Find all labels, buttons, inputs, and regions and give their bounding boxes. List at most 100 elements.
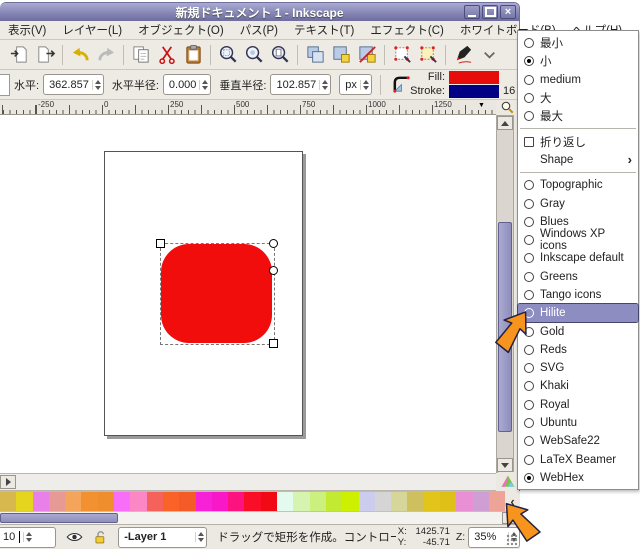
stepper-icon[interactable] xyxy=(199,79,209,90)
palette-swatch[interactable] xyxy=(16,492,33,512)
zoom-drawing-button[interactable] xyxy=(241,42,267,68)
edit-clone-button[interactable] xyxy=(389,42,415,68)
palette-swatch[interactable] xyxy=(440,492,457,512)
resize-handle-bottom-right[interactable] xyxy=(269,339,278,348)
minimize-button[interactable] xyxy=(464,5,480,19)
palette-swatch[interactable] xyxy=(423,492,441,512)
stepper-icon[interactable] xyxy=(91,79,101,90)
unit-dropdown[interactable]: px xyxy=(339,74,372,95)
palette-swatch[interactable] xyxy=(309,492,326,512)
undo-button[interactable] xyxy=(67,42,93,68)
palette-scrollbar[interactable] xyxy=(0,511,520,524)
palette-menu-item[interactable]: 小 › xyxy=(518,52,638,70)
palette-swatch[interactable] xyxy=(162,492,180,512)
import-button[interactable] xyxy=(6,42,32,68)
palette-swatch[interactable] xyxy=(81,492,98,512)
value-spinbox[interactable]: 102.857 xyxy=(270,74,332,95)
palette-menu-item[interactable]: WebHex › xyxy=(518,469,638,487)
layer-lock-toggle[interactable] xyxy=(93,530,108,545)
palette-scrollbar-thumb[interactable] xyxy=(0,513,118,523)
palette-menu-item[interactable]: Ubuntu › xyxy=(518,414,638,432)
palette-swatch[interactable] xyxy=(391,492,408,512)
palette-swatch[interactable] xyxy=(228,492,245,512)
palette-swatch[interactable] xyxy=(65,492,82,512)
palette-swatch[interactable] xyxy=(293,492,310,512)
value-spinbox[interactable]: 0.000 xyxy=(162,74,212,95)
paste-button[interactable] xyxy=(180,42,206,68)
palette-menu-item[interactable]: Royal › xyxy=(518,396,638,414)
palette-swatch[interactable] xyxy=(195,492,212,512)
palette-menu-item[interactable]: › xyxy=(518,125,638,132)
menubar-item[interactable]: レイヤー(L) xyxy=(54,22,130,38)
stepper-icon[interactable] xyxy=(359,79,369,90)
scroll-right-button[interactable] xyxy=(0,475,16,489)
resize-handle-top-left[interactable] xyxy=(156,239,165,248)
cut-button[interactable] xyxy=(154,42,180,68)
scroll-down-button[interactable] xyxy=(497,458,513,472)
palette-menu-item[interactable]: medium › xyxy=(518,71,638,89)
palette-swatch[interactable] xyxy=(260,492,278,512)
palette-swatch[interactable] xyxy=(48,492,66,512)
palette-swatch[interactable] xyxy=(0,492,17,512)
palette-swatch[interactable] xyxy=(179,492,196,512)
menubar-item[interactable]: テキスト(T) xyxy=(286,22,362,38)
palette-menu-item[interactable]: Shape › xyxy=(518,151,638,169)
horizontal-ruler[interactable]: -250 0 250 500 750 1000 1250 xyxy=(0,100,496,115)
find-original-button[interactable] xyxy=(415,42,441,68)
palette-swatch[interactable] xyxy=(146,492,163,512)
layer-visibility-toggle[interactable] xyxy=(66,531,83,543)
menubar-item[interactable]: 表示(V) xyxy=(0,22,54,38)
palette-swatch[interactable] xyxy=(97,492,115,512)
stepper-icon[interactable] xyxy=(23,532,33,542)
palette-menu-item[interactable]: Topographic › xyxy=(518,176,638,194)
pen-button[interactable] xyxy=(450,42,476,68)
palette-swatch[interactable] xyxy=(277,492,294,512)
palette-swatch[interactable] xyxy=(358,492,375,512)
palette-menu-item[interactable]: Greens › xyxy=(518,268,638,286)
palette-menu-item[interactable]: Inkscape default › xyxy=(518,249,638,267)
clipped-spinner[interactable] xyxy=(0,73,10,96)
palette-config-button[interactable] xyxy=(498,472,518,491)
palette-menu-item[interactable]: Windows XP icons › xyxy=(518,228,638,252)
palette-menu-item[interactable]: SVG › xyxy=(518,359,638,377)
scroll-up-button[interactable] xyxy=(497,116,513,130)
opacity-spinbox[interactable]: 10 xyxy=(0,526,57,548)
palette-swatch[interactable] xyxy=(342,492,359,512)
palette-menu-item[interactable]: WebSafe22 › xyxy=(518,432,638,450)
palette-menu-item[interactable]: Reds › xyxy=(518,341,638,359)
stepper-icon[interactable] xyxy=(195,532,205,542)
zoom-corner-button[interactable] xyxy=(496,100,518,115)
palette-swatch[interactable] xyxy=(456,492,473,512)
zoom-page-button[interactable] xyxy=(267,42,293,68)
maximize-button[interactable] xyxy=(482,5,498,19)
menubar-item[interactable]: エフェクト(C) xyxy=(362,22,451,38)
duplicate-button[interactable] xyxy=(302,42,328,68)
palette-menu-item[interactable]: LaTeX Beamer › xyxy=(518,451,638,469)
palette-swatch[interactable] xyxy=(130,492,147,512)
close-button[interactable]: × xyxy=(500,5,516,19)
layer-selector[interactable]: -Layer 1 xyxy=(118,526,208,548)
copy-button[interactable] xyxy=(128,42,154,68)
palette-menu-item[interactable]: 最大 › xyxy=(518,107,638,125)
canvas[interactable] xyxy=(0,115,496,473)
palette-menu-item[interactable]: 大 › xyxy=(518,89,638,107)
palette-menu-item[interactable]: Tango icons › xyxy=(518,286,638,304)
palette-swatch[interactable] xyxy=(407,492,424,512)
palette-swatch[interactable] xyxy=(32,492,49,512)
palette-menu-item[interactable]: Khaki › xyxy=(518,377,638,395)
export-button[interactable] xyxy=(32,42,58,68)
palette-menu-item[interactable]: 折り返し › xyxy=(518,132,638,150)
palette-swatch[interactable] xyxy=(374,492,392,512)
unlink-clone-button[interactable] xyxy=(354,42,380,68)
titlebar[interactable]: 新規ドキュメント 1 - Inkscape × xyxy=(0,3,519,21)
palette-menu-item[interactable]: Gray › xyxy=(518,194,638,212)
toolbar-overflow-button[interactable] xyxy=(476,42,502,68)
horizontal-scrollbar[interactable] xyxy=(0,473,496,491)
palette-menu-item[interactable]: 最小 › xyxy=(518,34,638,52)
palette-swatch[interactable] xyxy=(244,492,261,512)
stroke-swatch[interactable] xyxy=(449,84,499,98)
fill-swatch[interactable] xyxy=(449,70,499,84)
palette-swatch[interactable] xyxy=(472,492,489,512)
value-spinbox[interactable]: 362.857 xyxy=(43,74,104,95)
clone-button[interactable] xyxy=(328,42,354,68)
